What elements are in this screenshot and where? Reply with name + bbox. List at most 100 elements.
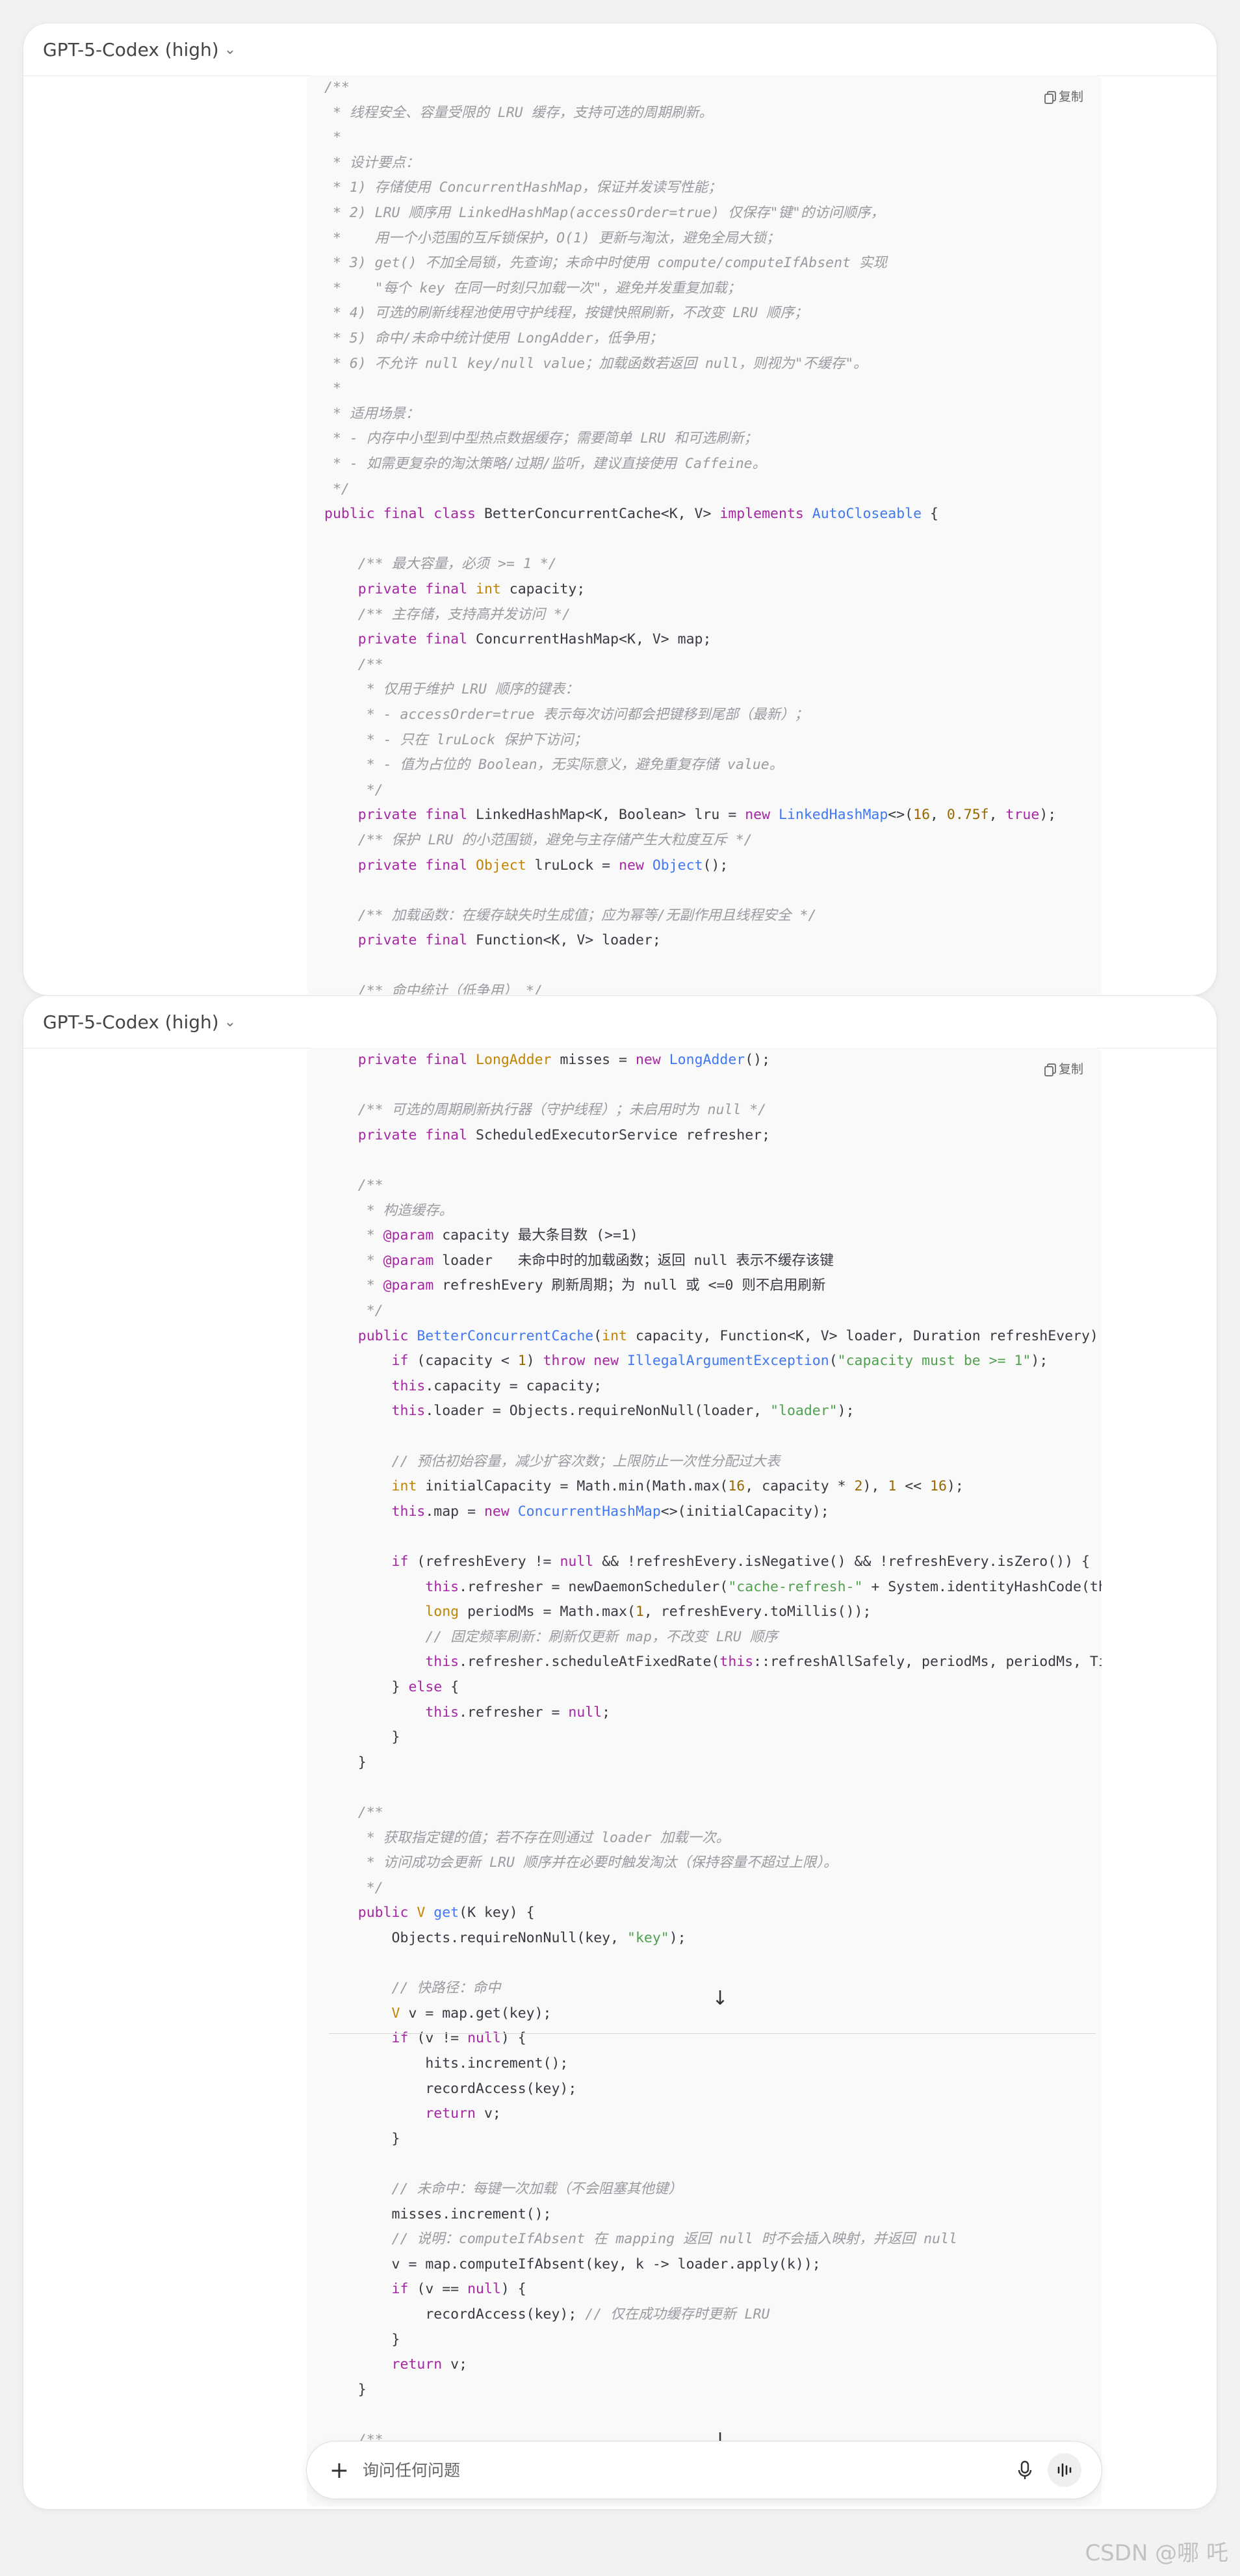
code-line: this.loader = Objects.requireNonNull(loa… — [324, 1399, 855, 1424]
code-token: /** — [324, 1177, 383, 1193]
code-token: ( — [593, 1327, 602, 1344]
code-token: public final class — [324, 506, 484, 523]
code-token: // 快路径：命中 — [324, 1980, 501, 1997]
code-token: private final — [324, 581, 476, 597]
code-token: ) { — [500, 2281, 526, 2298]
code-token: * — [324, 1252, 383, 1269]
code-line: * 构造缓存。 — [324, 1199, 453, 1223]
code-token: * - 如需更复杂的淘汰策略/过期/监听，建议直接使用 Caffeine。 — [324, 456, 767, 472]
code-token: null — [560, 1554, 602, 1570]
code-token: LinkedHashMap — [779, 807, 888, 824]
code-token: BetterConcurrentCache — [417, 1327, 594, 1344]
code-line: private final ScheduledExecutorService r… — [324, 1123, 770, 1148]
code-token: true — [1005, 807, 1040, 824]
code-line: v = map.computeIfAbsent(key, k -> loader… — [324, 2252, 821, 2277]
code-token: ConcurrentHashMap — [517, 1503, 661, 1520]
code-token: private final — [324, 807, 476, 824]
code-token: loader 未命中时的加载函数；返回 null 表示不缓存该键 — [442, 1252, 834, 1269]
code-line: if (refreshEvery != null && !refreshEver… — [324, 1550, 1090, 1574]
code-line: private final Function<K, V> loader; — [324, 928, 661, 953]
code-token: .refresher = — [459, 1704, 569, 1721]
code-token: recordAccess(key); — [324, 2306, 586, 2322]
code-token: * - accessOrder=true 表示每次访问都会把键移到尾部（最新）； — [324, 707, 809, 723]
code-line: } else { — [324, 1675, 459, 1700]
code-block: private final LongAdder misses = new Lon… — [307, 1048, 1102, 2506]
code-token: /** 加载函数：在缓存缺失时生成值；应为幂等/无副作用且线程安全 */ — [324, 907, 817, 924]
code-token: */ — [324, 1303, 383, 1319]
code-token: 16 — [728, 1478, 745, 1495]
code-token: implements — [719, 506, 812, 523]
microphone-icon[interactable] — [1012, 2457, 1038, 2483]
code-token: (v == — [417, 2281, 468, 2298]
code-line: } — [324, 2328, 400, 2352]
code-token: ); — [1039, 807, 1057, 824]
code-line: * - 值为占位的 Boolean，无实际意义，避免重复存储 value。 — [324, 753, 784, 777]
code-line: recordAccess(key); // 仅在成功缓存时更新 LRU — [324, 2302, 769, 2327]
code-token: 1 — [888, 1478, 897, 1495]
code-token: @param — [383, 1252, 443, 1269]
code-line: * @param capacity 最大条目数 (>=1) — [324, 1223, 638, 1248]
code-line: * 用一个小范围的互斥锁保护，O(1) 更新与淘汰，避免全局大锁； — [324, 226, 780, 251]
code-line: * 5) 命中/未命中统计使用 LongAdder，低争用； — [324, 326, 663, 351]
model-selector[interactable]: GPT-5-Codex (high) ⌄ — [43, 36, 236, 62]
code-token: * 5) 命中/未命中统计使用 LongAdder，低争用； — [324, 330, 664, 346]
code-token: int — [324, 1478, 426, 1495]
code-token: "capacity must be >= 1" — [837, 1353, 1031, 1370]
code-line: /** — [324, 653, 383, 677]
code-line: * @param loader 未命中时的加载函数；返回 null 表示不缓存该… — [324, 1249, 834, 1273]
code-line: /** — [324, 1173, 383, 1198]
code-token: "cache-refresh-" — [728, 1578, 863, 1595]
code-line: this.map = new ConcurrentHashMap<>(initi… — [324, 1500, 829, 1524]
chat-header: GPT-5-Codex (high) ⌄ — [23, 23, 1217, 76]
code-token: } — [324, 1729, 400, 1746]
code-token: // 未命中：每键一次加载（不会阻塞其他键） — [324, 2181, 682, 2197]
code-token: /** 主存储，支持高并发访问 */ — [324, 606, 571, 623]
code-token: * - 值为占位的 Boolean，无实际意义，避免重复存储 value。 — [324, 757, 784, 774]
copy-button[interactable]: 复制 — [1044, 87, 1083, 105]
code-token: this — [324, 1704, 459, 1721]
code-token: , — [988, 807, 1006, 824]
code-line: /** 保护 LRU 的小范围锁，避免与主存储产生大粒度互斥 */ — [324, 828, 753, 853]
code-token: V — [324, 2005, 409, 2022]
code-token: this — [324, 1503, 426, 1520]
code-line: } — [324, 2127, 400, 2152]
code-line: * — [324, 376, 341, 401]
code-token: new — [745, 807, 779, 824]
message-input[interactable] — [361, 2454, 936, 2487]
code-token: hits.increment(); — [324, 2055, 569, 2072]
code-token: LongAdder — [669, 1052, 745, 1068]
code-token: * "每个 key 在同一时刻只加载一次"，避免并发重复加载； — [324, 280, 742, 296]
chevron-down-icon: ⌄ — [224, 1013, 237, 1030]
chat-header: GPT-5-Codex (high) ⌄ — [23, 996, 1217, 1048]
code-token: * 获取指定键的值；若不存在则通过 loader 加载一次。 — [324, 1829, 730, 1846]
code-line: return v; — [324, 2101, 501, 2126]
code-token: if — [324, 1554, 417, 1570]
chevron-down-icon: ⌄ — [224, 41, 237, 58]
code-token: misses = — [560, 1052, 636, 1068]
voice-mode-icon[interactable] — [1048, 2453, 1081, 2487]
code-line: } — [324, 1750, 367, 1775]
code-line: /** 最大容量，必须 >= 1 */ — [324, 552, 557, 577]
code-line: /** 命中统计（低争用） */ — [324, 979, 543, 995]
code-token: initialCapacity = Math.min(Math.max( — [425, 1478, 729, 1495]
code-token: , refreshEvery.toMillis()); — [643, 1604, 872, 1620]
code-token: 2 — [854, 1478, 863, 1495]
code-token: capacity; — [509, 581, 586, 597]
code-token: << — [896, 1478, 931, 1495]
code-token: /** — [324, 79, 350, 96]
code-token: // 说明：computeIfAbsent 在 mapping 返回 null … — [324, 2231, 957, 2248]
code-token: ( — [829, 1353, 838, 1370]
code-line: private final Object lruLock = new Objec… — [324, 853, 729, 878]
copy-button[interactable]: 复制 — [1044, 1060, 1083, 1077]
model-selector[interactable]: GPT-5-Codex (high) ⌄ — [43, 1009, 236, 1035]
code-token: throw new — [543, 1353, 628, 1370]
code-line: public final class BetterConcurrentCache… — [324, 502, 938, 527]
arrow-down-icon[interactable]: ↓ — [706, 1984, 734, 2012]
code-token: * — [324, 1277, 383, 1294]
code-line: */ — [324, 477, 350, 502]
plus-icon[interactable]: + — [325, 2456, 354, 2484]
code-token: Object — [652, 857, 703, 874]
code-line: } — [324, 1725, 400, 1750]
code-token: private final — [324, 1126, 476, 1143]
code-token: ); — [837, 1403, 855, 1420]
